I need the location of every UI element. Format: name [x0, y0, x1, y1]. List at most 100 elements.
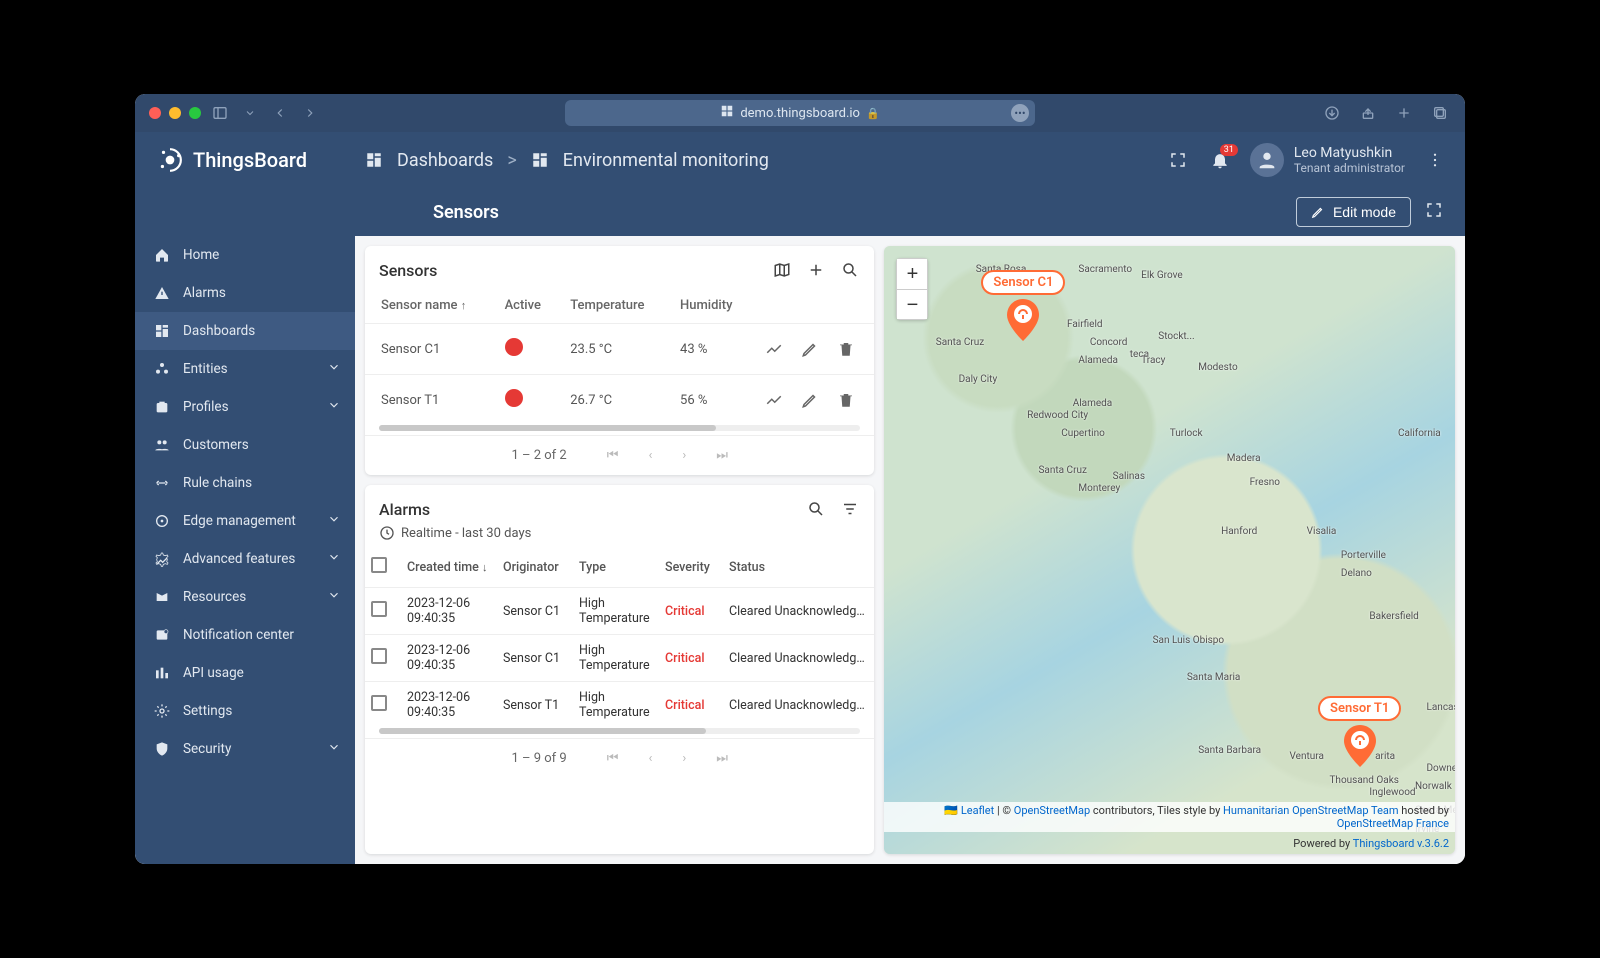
- sidebar-item-profiles[interactable]: Profiles: [135, 388, 355, 426]
- pager-range: 1 – 9 of 9: [511, 751, 566, 766]
- cell-temperature: 23.5 °C: [560, 324, 670, 375]
- zoom-out-button[interactable]: −: [897, 289, 927, 319]
- sidebar-item-rule-chains[interactable]: Rule chains: [135, 464, 355, 502]
- col-type[interactable]: Type: [573, 547, 659, 588]
- trash-icon[interactable]: [836, 339, 856, 359]
- city-label: Inglewood: [1369, 787, 1415, 798]
- city-label: Elk Grove: [1141, 270, 1182, 281]
- sidebar-item-label: Notification center: [183, 627, 294, 643]
- chevron-down-icon[interactable]: [239, 102, 261, 124]
- osm-link[interactable]: OpenStreetMap: [1014, 804, 1090, 817]
- col-temperature[interactable]: Temperature: [560, 288, 670, 324]
- col-active[interactable]: Active: [495, 288, 561, 324]
- url-bar[interactable]: demo.thingsboard.io 🔒 •••: [565, 100, 1035, 126]
- hot-link[interactable]: Humanitarian OpenStreetMap Team: [1223, 804, 1399, 817]
- filter-icon[interactable]: [840, 499, 860, 519]
- trash-icon[interactable]: [836, 390, 856, 410]
- prev-page-button[interactable]: ‹: [648, 448, 652, 463]
- thingsboard-link[interactable]: Thingsboard v.3.6.2: [1353, 837, 1449, 850]
- location-pin-icon: [1343, 725, 1377, 767]
- chart-icon[interactable]: [764, 339, 784, 359]
- new-tab-icon[interactable]: [1393, 102, 1415, 124]
- browser-sidebar-toggle[interactable]: [209, 102, 231, 124]
- expand-button[interactable]: [1425, 201, 1443, 223]
- map-toggle-icon[interactable]: [772, 260, 792, 280]
- sidebar-item-resources[interactable]: Resources: [135, 578, 355, 616]
- fullscreen-button[interactable]: [1166, 148, 1190, 172]
- user-menu[interactable]: Leo Matyushkin Tenant administrator: [1250, 143, 1405, 177]
- sidebar-item-security[interactable]: Security: [135, 730, 355, 768]
- col-originator[interactable]: Originator: [497, 547, 573, 588]
- alarms-timerange[interactable]: Realtime - last 30 days: [365, 521, 874, 547]
- first-page-button[interactable]: ⏮: [607, 448, 619, 463]
- row-checkbox[interactable]: [371, 648, 387, 664]
- pencil-icon[interactable]: [800, 339, 820, 359]
- brand[interactable]: ThingsBoard: [135, 147, 355, 173]
- row-checkbox[interactable]: [371, 601, 387, 617]
- tabs-overview-icon[interactable]: [1429, 102, 1451, 124]
- table-row[interactable]: Sensor T126.7 °C56 %: [365, 375, 874, 426]
- select-all-checkbox[interactable]: [371, 557, 387, 573]
- sidebar-item-customers[interactable]: Customers: [135, 426, 355, 464]
- sidebar-item-dashboards[interactable]: Dashboards: [135, 312, 355, 350]
- browser-back-button[interactable]: [269, 102, 291, 124]
- horizontal-scrollbar[interactable]: [379, 728, 860, 734]
- table-row[interactable]: 2023-12-06 09:40:35Sensor T1High Tempera…: [365, 682, 874, 729]
- next-page-button[interactable]: ›: [682, 448, 686, 463]
- prev-page-button[interactable]: ‹: [648, 751, 652, 766]
- city-label: California: [1398, 428, 1441, 439]
- dashboard-subheader: Sensors Edit mode: [135, 188, 1465, 236]
- zoom-in-button[interactable]: +: [897, 259, 927, 289]
- last-page-button[interactable]: ⏭: [716, 448, 728, 463]
- breadcrumb-dashboards[interactable]: Dashboards: [397, 150, 493, 171]
- col-sensor-name[interactable]: Sensor name ↑: [365, 288, 495, 324]
- table-row[interactable]: Sensor C123.5 °C43 %: [365, 324, 874, 375]
- minimize-window-button[interactable]: [169, 107, 181, 119]
- map-marker[interactable]: Sensor C1: [981, 270, 1065, 341]
- sidebar-item-home[interactable]: Home: [135, 236, 355, 274]
- horizontal-scrollbar[interactable]: [379, 425, 860, 431]
- more-menu-button[interactable]: [1423, 148, 1447, 172]
- next-page-button[interactable]: ›: [682, 751, 686, 766]
- col-humidity[interactable]: Humidity: [670, 288, 754, 324]
- last-page-button[interactable]: ⏭: [716, 751, 728, 766]
- notifications-button[interactable]: 31: [1208, 148, 1232, 172]
- url-text: demo.thingsboard.io: [740, 106, 860, 121]
- search-icon[interactable]: [840, 260, 860, 280]
- share-icon[interactable]: [1357, 102, 1379, 124]
- sidebar-item-notification-center[interactable]: Notification center: [135, 616, 355, 654]
- edit-mode-button[interactable]: Edit mode: [1296, 197, 1411, 227]
- sidebar-item-entities[interactable]: Entities: [135, 350, 355, 388]
- col-created[interactable]: Created time ↓: [401, 547, 497, 588]
- city-label: Concord: [1090, 337, 1128, 348]
- close-window-button[interactable]: [149, 107, 161, 119]
- leaflet-link[interactable]: Leaflet: [961, 804, 994, 817]
- city-label: Norwalk: [1415, 781, 1452, 792]
- reader-button[interactable]: •••: [1011, 104, 1029, 122]
- chart-icon[interactable]: [764, 390, 784, 410]
- sidebar-item-api-usage[interactable]: API usage: [135, 654, 355, 692]
- sidebar-item-advanced-features[interactable]: Advanced features: [135, 540, 355, 578]
- table-row[interactable]: 2023-12-06 09:40:35Sensor C1High Tempera…: [365, 588, 874, 635]
- sidebar-item-edge-management[interactable]: Edge management: [135, 502, 355, 540]
- city-label: Daly City: [959, 374, 998, 385]
- download-icon[interactable]: [1321, 102, 1343, 124]
- table-row[interactable]: 2023-12-06 09:40:35Sensor C1High Tempera…: [365, 635, 874, 682]
- sidebar-item-label: Security: [183, 741, 231, 757]
- map-card[interactable]: Santa RosaSacramentoElk GroveFairfieldSa…: [884, 246, 1455, 854]
- col-severity[interactable]: Severity: [659, 547, 723, 588]
- sidebar-item-label: Home: [183, 247, 219, 263]
- pencil-icon[interactable]: [800, 390, 820, 410]
- maximize-window-button[interactable]: [189, 107, 201, 119]
- osmfr-link[interactable]: OpenStreetMap France: [1337, 817, 1449, 830]
- map-marker[interactable]: Sensor T1: [1318, 696, 1401, 767]
- app-body: Home AlarmsDashboardsEntitiesProfilesCust…: [135, 236, 1465, 864]
- browser-forward-button[interactable]: [299, 102, 321, 124]
- col-status[interactable]: Status: [723, 547, 874, 588]
- first-page-button[interactable]: ⏮: [607, 751, 619, 766]
- search-icon[interactable]: [806, 499, 826, 519]
- sidebar-item-alarms[interactable]: Alarms: [135, 274, 355, 312]
- sidebar-item-settings[interactable]: Settings: [135, 692, 355, 730]
- row-checkbox[interactable]: [371, 695, 387, 711]
- add-button[interactable]: [806, 260, 826, 280]
